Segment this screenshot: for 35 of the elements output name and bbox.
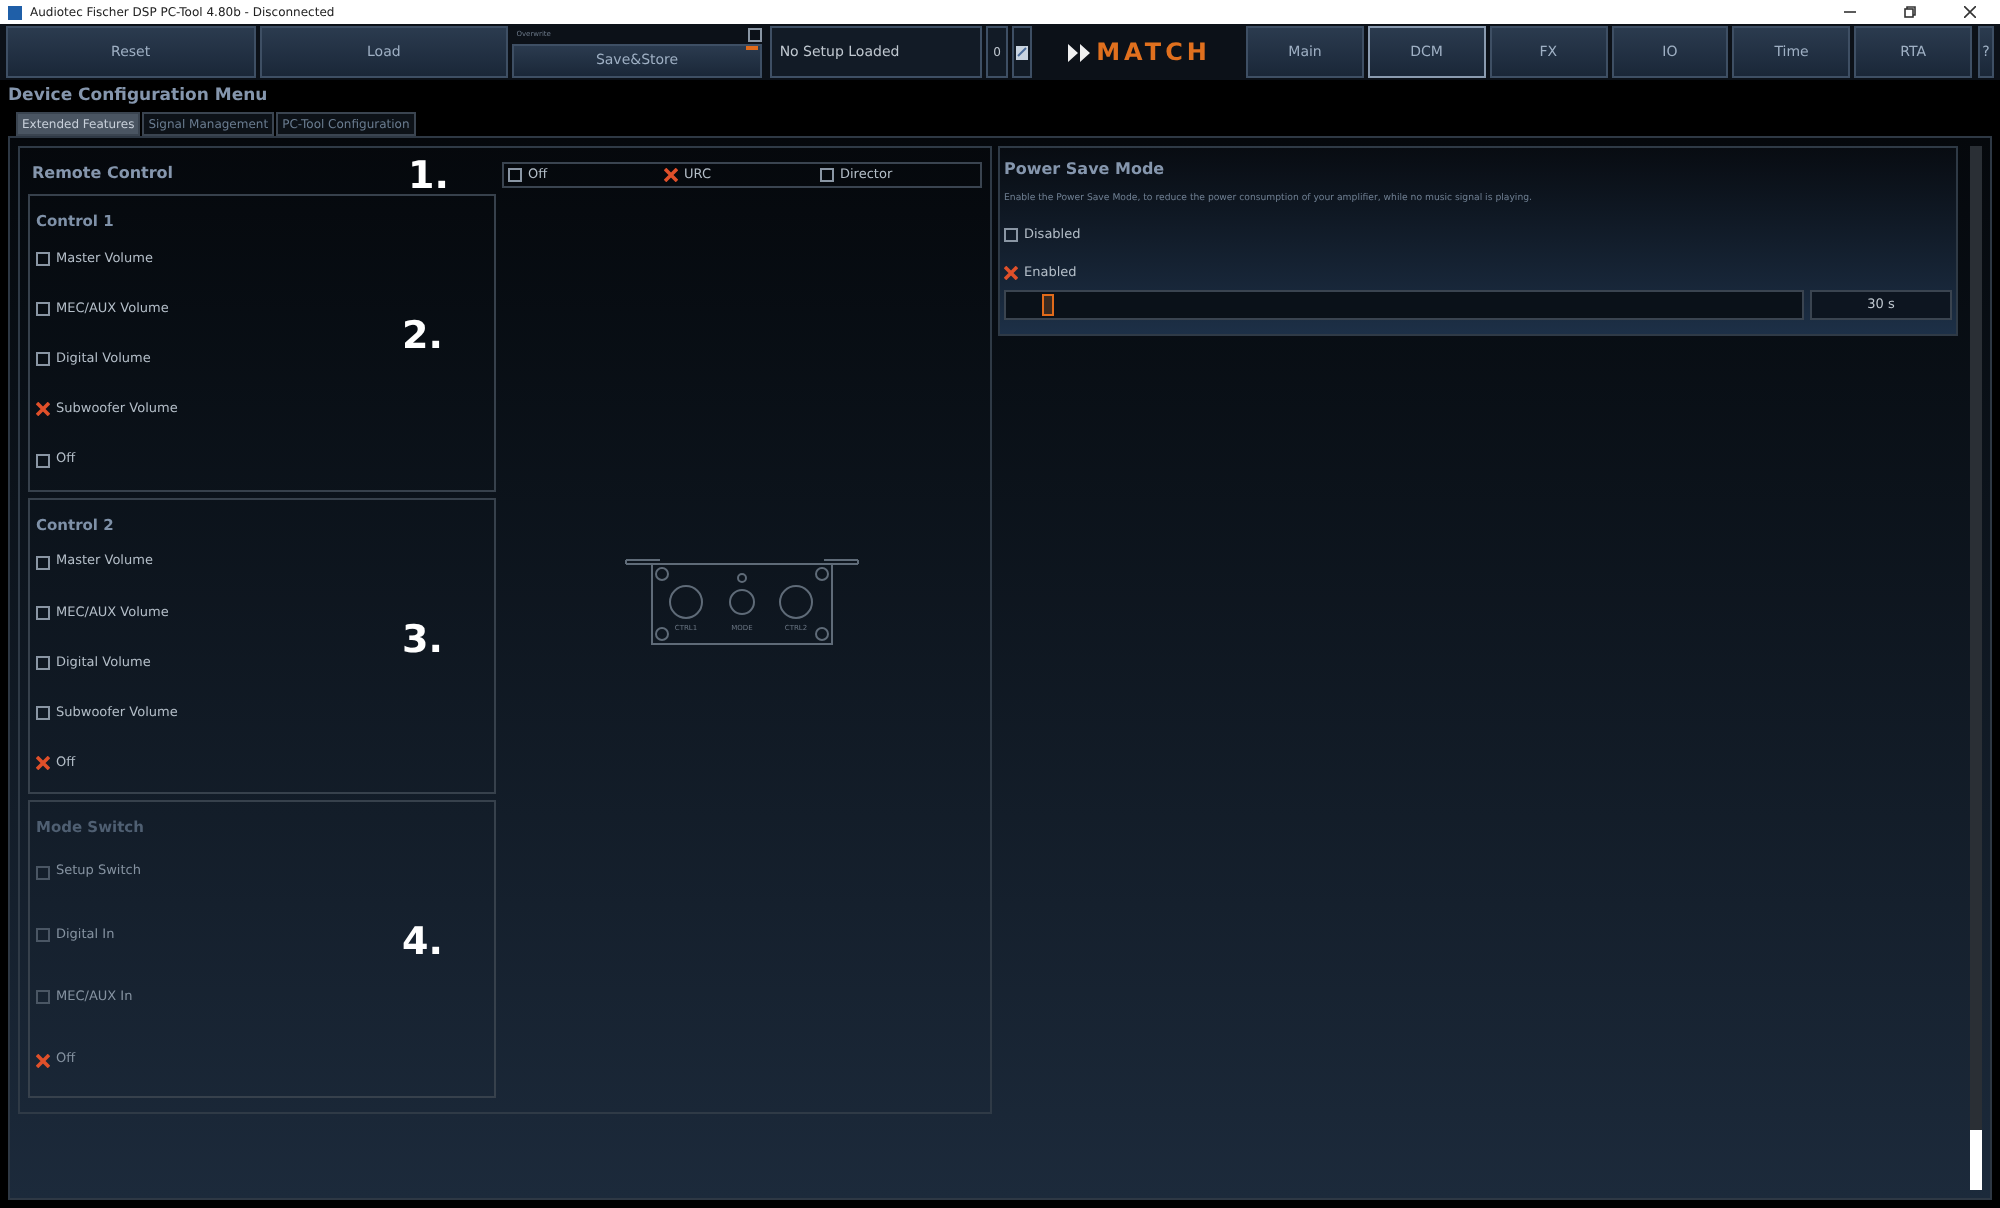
double-play-icon	[1068, 43, 1093, 61]
checkbox[interactable]	[36, 352, 50, 367]
restore-icon[interactable]	[1904, 6, 1916, 18]
checkbox[interactable]	[508, 168, 522, 182]
section-title: Remote Control	[30, 162, 174, 187]
app-icon	[8, 5, 22, 19]
checkbox[interactable]	[36, 453, 50, 467]
document-icon	[1016, 45, 1029, 59]
minimize-icon[interactable]	[1844, 6, 1856, 18]
checkbox[interactable]	[36, 555, 50, 570]
edit-file-button[interactable]	[1012, 26, 1033, 78]
checkbox[interactable]	[36, 302, 50, 317]
annotation-number: 2.	[402, 311, 443, 362]
menu-title: Device Configuration Menu	[8, 88, 268, 105]
logo-text: MATCH	[1096, 36, 1211, 70]
checked-box-icon[interactable]	[36, 402, 50, 417]
checked-box-icon[interactable]	[664, 168, 678, 182]
checkbox[interactable]	[820, 168, 834, 182]
checkbox[interactable]	[36, 706, 50, 721]
checkbox[interactable]	[36, 252, 50, 267]
checkbox[interactable]	[36, 656, 50, 671]
checkbox[interactable]	[747, 28, 762, 42]
annotation-number: 4.	[402, 918, 443, 969]
checkbox[interactable]	[1004, 228, 1018, 243]
slider-track[interactable]	[1004, 290, 1804, 321]
checked-box-icon[interactable]	[36, 756, 50, 771]
close-icon[interactable]	[1964, 6, 1976, 18]
checkbox[interactable]	[36, 605, 50, 620]
scrollbar[interactable]	[1970, 146, 1982, 1190]
checked-box-icon[interactable]	[1004, 266, 1018, 281]
annotation-number: 3.	[402, 615, 443, 666]
slider-thumb[interactable]	[1041, 294, 1054, 317]
save-indicator	[745, 46, 758, 50]
annotation-number: 1.	[408, 152, 449, 202]
section-title: Power Save Mode	[1004, 158, 1167, 182]
